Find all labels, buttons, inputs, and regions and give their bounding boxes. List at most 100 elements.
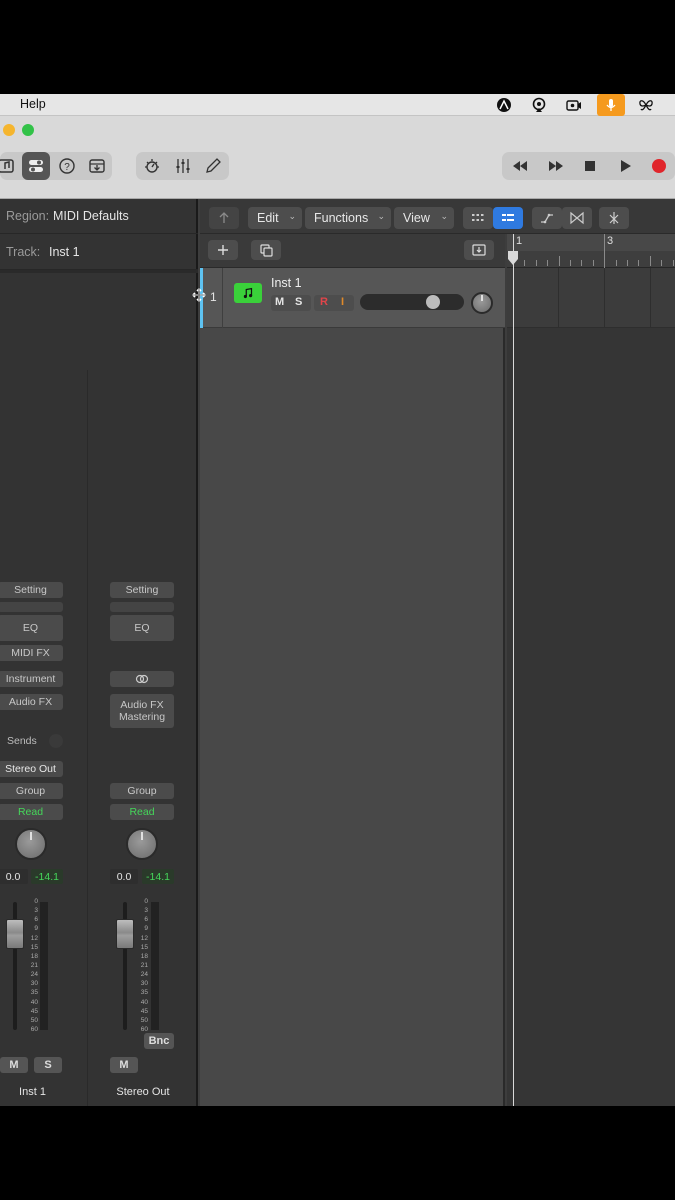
track-name[interactable]: Inst 1: [271, 276, 302, 290]
software-instrument-icon[interactable]: [234, 283, 262, 303]
track-pan-knob[interactable]: [471, 292, 493, 314]
duplicate-track-button[interactable]: [251, 240, 281, 260]
download-icon[interactable]: [83, 152, 111, 180]
strip2-audio-fx-slot[interactable]: Audio FX Mastering: [110, 694, 174, 728]
strip1-audio-fx-slot[interactable]: Audio FX: [0, 694, 63, 710]
microphone-icon[interactable]: [597, 94, 625, 116]
track-mute-button[interactable]: M: [275, 296, 284, 308]
library-icon[interactable]: [0, 152, 20, 180]
record-icon[interactable]: [645, 152, 673, 180]
catch-playhead-button[interactable]: [599, 207, 629, 229]
ruler-subdivision-tick: [649, 256, 651, 266]
strip1-name[interactable]: Inst 1: [0, 1086, 65, 1098]
track-input-monitor-button[interactable]: I: [341, 296, 344, 308]
link-icon: [135, 674, 149, 684]
edit-menu[interactable]: Edit ⌄: [248, 207, 302, 229]
strip1-automation-mode[interactable]: Read: [0, 804, 63, 820]
strip2-group-slot[interactable]: Group: [110, 783, 174, 799]
region-name: MIDI Defaults: [53, 209, 129, 223]
region-inspector-header[interactable]: Region: MIDI Defaults: [0, 199, 198, 234]
camera-icon[interactable]: [564, 96, 584, 114]
list-icon: [502, 214, 514, 221]
airplay-icon[interactable]: [529, 96, 549, 114]
global-tracks-button[interactable]: [464, 240, 494, 260]
track-volume-thumb[interactable]: [426, 295, 440, 309]
strip1-mute-button[interactable]: M: [0, 1057, 28, 1073]
strip1-instrument-slot[interactable]: Instrument: [0, 671, 63, 687]
track-record-enable-button[interactable]: R: [320, 296, 328, 308]
minimize-window-button[interactable]: [3, 124, 15, 136]
bar-ruler[interactable]: 1 3: [507, 234, 675, 268]
fader-scale-mark: 18: [30, 952, 38, 960]
strip1-sends-label: Sends: [7, 735, 37, 747]
ruler-subdivision-tick: [661, 260, 663, 266]
fast-forward-icon[interactable]: [542, 152, 570, 180]
track-volume-slider[interactable]: [360, 294, 464, 310]
track-inspector-header[interactable]: Track: Inst 1: [0, 234, 198, 270]
strip2-setting-button[interactable]: Setting: [110, 582, 174, 598]
track-number: 1: [210, 290, 217, 304]
track-label: Track:: [6, 245, 41, 259]
bar-gridline: [558, 268, 559, 328]
up-one-level-button[interactable]: [209, 207, 239, 229]
list-view-button[interactable]: [493, 207, 523, 229]
strip1-volume-fader[interactable]: [6, 919, 24, 949]
mixer-icon[interactable]: [169, 152, 197, 180]
view-menu[interactable]: View ⌄: [394, 207, 454, 229]
tracks-workspace[interactable]: [507, 268, 675, 1106]
menu-extra-a-icon[interactable]: [494, 96, 514, 114]
strip2-eq-button[interactable]: EQ: [110, 615, 174, 641]
zoom-window-button[interactable]: [22, 124, 34, 136]
functions-menu[interactable]: Functions ⌄: [305, 207, 391, 229]
track-name: Inst 1: [49, 245, 80, 259]
tuner-icon[interactable]: [138, 152, 166, 180]
strip2-gain-reduction-slot[interactable]: [110, 602, 174, 612]
help-menu[interactable]: Help: [20, 97, 46, 111]
fader-scale-mark: 3: [144, 907, 148, 915]
strip1-midi-fx-slot[interactable]: MIDI FX: [0, 645, 63, 661]
strip2-stereo-link-button[interactable]: [110, 671, 174, 687]
fader-scale-mark: 0: [144, 898, 148, 905]
strip1-gain-reduction-slot[interactable]: [0, 602, 63, 612]
tray-download-icon: [472, 244, 486, 256]
up-arrow-icon: [219, 212, 229, 223]
strip2-volume-value: 0.0: [110, 869, 138, 884]
playhead-line[interactable]: [513, 234, 514, 1106]
strip1-output-slot[interactable]: Stereo Out: [0, 761, 63, 777]
svg-text:?: ?: [64, 162, 70, 173]
strip2-name[interactable]: Stereo Out: [105, 1086, 181, 1098]
ruler-subdivision-tick: [592, 260, 594, 266]
butterfly-icon[interactable]: [636, 96, 656, 114]
pencil-icon[interactable]: [199, 152, 227, 180]
grid-view-button[interactable]: [463, 207, 493, 229]
bar-gridline: [650, 268, 651, 328]
strip1-eq-button[interactable]: EQ: [0, 615, 63, 641]
strip2-mute-button[interactable]: M: [110, 1057, 138, 1073]
chevron-down-icon: ⌄: [377, 211, 385, 221]
track-solo-button[interactable]: S: [295, 296, 302, 308]
stop-icon[interactable]: [576, 152, 604, 180]
fader-scale-mark: 24: [140, 971, 148, 979]
smart-controls-icon[interactable]: [22, 152, 50, 180]
grid-icon: [472, 214, 484, 221]
fader-scale-mark: 40: [30, 998, 38, 1006]
add-track-button[interactable]: [208, 240, 238, 260]
strip1-setting-button[interactable]: Setting: [0, 582, 63, 598]
strip1-send-knob[interactable]: [49, 734, 63, 748]
strip2-pan-knob[interactable]: [126, 828, 158, 860]
strip1-group-slot[interactable]: Group: [0, 783, 63, 799]
play-icon[interactable]: [611, 152, 639, 180]
strip1-solo-button[interactable]: S: [34, 1057, 62, 1073]
strip1-pan-knob[interactable]: [15, 828, 47, 860]
track-header-row[interactable]: 1 Inst 1 M S R I: [192, 268, 505, 328]
automation-button[interactable]: [532, 207, 562, 229]
strip2-volume-fader[interactable]: [116, 919, 134, 949]
strip2-bounce-button[interactable]: Bnc: [144, 1033, 174, 1049]
ruler-cycle-area[interactable]: [507, 234, 675, 251]
help-icon[interactable]: ?: [53, 152, 81, 180]
automation-curve-icon: [541, 213, 553, 224]
fader-scale-mark: 12: [30, 934, 38, 942]
flex-button[interactable]: [562, 207, 592, 229]
rewind-icon[interactable]: [506, 152, 534, 180]
strip2-automation-mode[interactable]: Read: [110, 804, 174, 820]
